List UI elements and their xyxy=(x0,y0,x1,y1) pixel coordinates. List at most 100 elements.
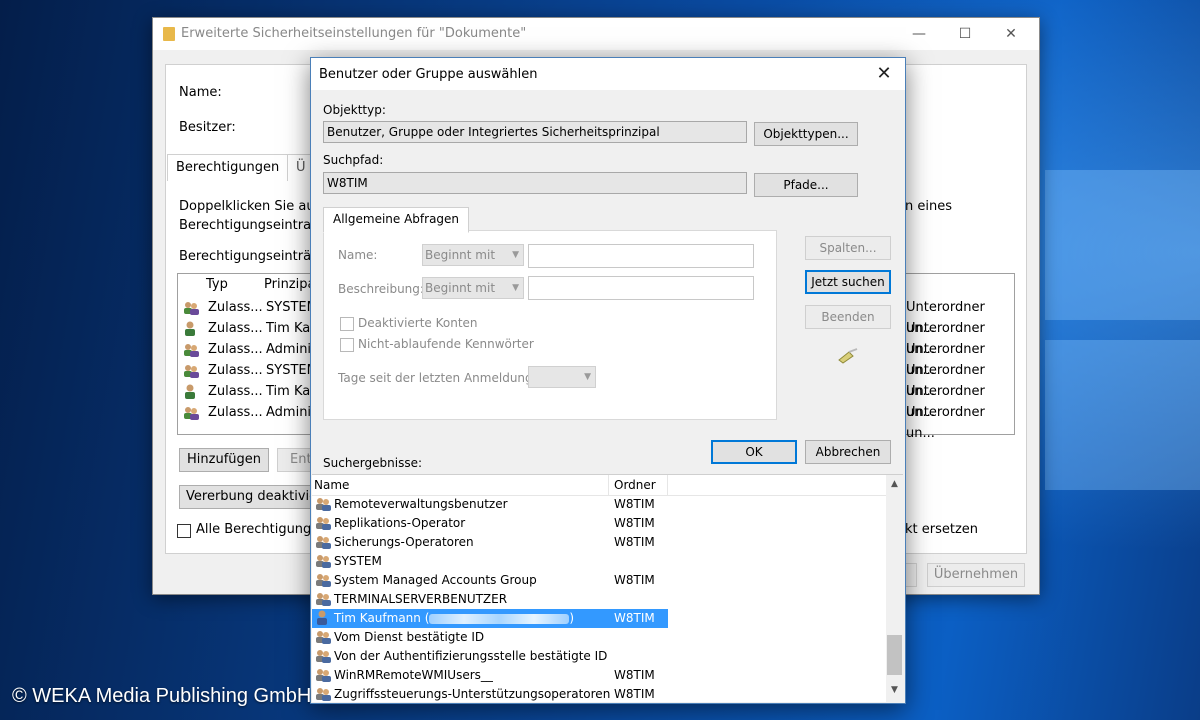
chevron-down-icon: ▼ xyxy=(512,250,519,260)
windows-logo-pane xyxy=(1045,340,1200,490)
result-folder: W8TIM xyxy=(614,497,655,511)
column-divider[interactable] xyxy=(608,475,609,495)
description-input[interactable] xyxy=(528,276,754,300)
disable-inheritance-button[interactable]: Vererbung deaktivie xyxy=(179,485,323,509)
close-icon[interactable]: ✕ xyxy=(873,63,895,85)
cancel-button[interactable]: Abbrechen xyxy=(805,440,891,464)
tab-common-queries[interactable]: Allgemeine Abfragen xyxy=(323,207,470,233)
result-folder: W8TIM xyxy=(614,573,655,587)
result-name: TERMINALSERVERBENUTZER xyxy=(334,592,508,606)
list-item[interactable]: Zugriffssteuerungs-Unterstützungsoperato… xyxy=(312,685,668,702)
result-name: Tim Kaufmann () xyxy=(334,611,575,625)
chevron-down-icon: ▼ xyxy=(512,283,519,293)
cancel-button-back[interactable] xyxy=(905,563,917,587)
dialog-title: Benutzer oder Gruppe auswählen xyxy=(319,67,538,82)
disabled-accounts-label: Deaktivierte Konten xyxy=(358,316,478,330)
columns-button[interactable]: Spalten... xyxy=(805,236,891,260)
column-header-folder[interactable]: Ordner xyxy=(614,478,656,492)
scroll-down-icon[interactable]: ▼ xyxy=(886,685,903,695)
title-bar: Erweiterte Sicherheitseinstellungen für … xyxy=(153,18,1039,50)
maximize-icon[interactable]: ☐ xyxy=(955,24,975,44)
list-item[interactable]: Replikations-Operator W8TIM xyxy=(312,514,668,533)
name-input[interactable] xyxy=(528,244,754,268)
add-button[interactable]: Hinzufügen xyxy=(179,448,269,472)
owner-label: Besitzer: xyxy=(179,120,236,135)
intro-text-right: n eines xyxy=(905,199,952,214)
list-item[interactable]: Von der Authentifizierungsstelle bestäti… xyxy=(312,647,668,666)
results-scrollbar[interactable]: ▲ ▼ xyxy=(886,475,903,702)
select-user-dialog: Benutzer oder Gruppe auswählen ✕ Objektt… xyxy=(310,57,906,704)
name-match-value: Beginnt mit xyxy=(425,248,496,262)
description-match-value: Beginnt mit xyxy=(425,281,496,295)
scroll-up-icon[interactable]: ▲ xyxy=(886,479,903,489)
stop-button[interactable]: Beenden xyxy=(805,305,891,329)
disabled-accounts-checkbox[interactable] xyxy=(340,317,354,331)
list-item[interactable]: SYSTEM xyxy=(312,552,668,571)
ok-button[interactable]: OK xyxy=(711,440,797,464)
search-flashlight-icon xyxy=(837,348,859,368)
name-match-combo[interactable]: Beginnt mit ▼ xyxy=(422,244,524,266)
non-expiring-passwords-checkbox[interactable] xyxy=(340,338,354,352)
tab-permissions[interactable]: Berechtigungen xyxy=(167,154,289,181)
result-name: Remoteverwaltungsbenutzer xyxy=(334,497,508,511)
intro-text: Berechtigungseintrag xyxy=(179,218,320,233)
list-item[interactable]: TERMINALSERVERBENUTZER xyxy=(312,590,668,609)
result-name: System Managed Accounts Group xyxy=(334,573,537,587)
search-now-button[interactable]: Jetzt suchen xyxy=(805,270,891,294)
description-match-combo[interactable]: Beginnt mit ▼ xyxy=(422,277,524,299)
result-name: Replikations-Operator xyxy=(334,516,466,530)
results-header: Name Ordner xyxy=(312,475,886,496)
result-name: WinRMRemoteWMIUsers__ xyxy=(334,668,493,682)
column-divider[interactable] xyxy=(667,475,668,495)
list-item-selected[interactable]: Tim Kaufmann () W8TIM xyxy=(312,609,668,628)
search-results-list[interactable]: Name Ordner Remoteverwaltungsbenutzer W8… xyxy=(312,474,903,702)
result-folder: W8TIM xyxy=(614,687,655,701)
row-type: Zulass... xyxy=(208,300,263,315)
column-header-type[interactable]: Typ xyxy=(206,277,228,292)
group-icon xyxy=(182,405,200,428)
search-path-field: W8TIM xyxy=(323,172,747,194)
days-since-logon-combo[interactable]: ▼ xyxy=(528,366,596,388)
object-type-field: Benutzer, Gruppe oder Integriertes Siche… xyxy=(323,121,747,143)
search-results-label: Suchergebnisse: xyxy=(323,456,423,470)
row-applies-to: Unterordner un... xyxy=(906,405,985,441)
result-name: Von der Authentifizierungsstelle bestäti… xyxy=(334,649,608,663)
apply-button[interactable]: Übernehmen xyxy=(927,563,1025,587)
column-header-principal[interactable]: Prinzipa xyxy=(264,277,315,292)
intro-text: Doppelklicken Sie au xyxy=(179,199,315,214)
scroll-thumb[interactable] xyxy=(887,635,902,675)
minimize-icon[interactable]: — xyxy=(909,24,929,44)
days-since-logon-label: Tage seit der letzten Anmeldung: xyxy=(338,371,537,385)
list-item[interactable]: System Managed Accounts Group W8TIM xyxy=(312,571,668,590)
replace-permissions-label: Alle Berechtigungs xyxy=(196,522,319,537)
watermark: © WEKA Media Publishing GmbH xyxy=(12,685,312,707)
window-title: Erweiterte Sicherheitseinstellungen für … xyxy=(181,26,527,41)
object-type-label: Objekttyp: xyxy=(323,103,386,117)
list-item[interactable]: WinRMRemoteWMIUsers__ W8TIM xyxy=(312,666,668,685)
list-item[interactable]: Sicherungs-Operatoren W8TIM xyxy=(312,533,668,552)
list-item[interactable]: Remoteverwaltungsbenutzer W8TIM xyxy=(312,495,668,514)
query-panel: Name: Beginnt mit ▼ Beschreibung: Beginnt… xyxy=(323,230,777,420)
result-name: Sicherungs-Operatoren xyxy=(334,535,474,549)
column-header-name[interactable]: Name xyxy=(314,478,349,492)
result-folder: W8TIM xyxy=(614,611,655,625)
chevron-down-icon: ▼ xyxy=(584,372,591,382)
list-item[interactable]: Vom Dienst bestätigte ID xyxy=(312,628,668,647)
row-type: Zulass... xyxy=(208,384,263,399)
replace-permissions-label-right: kt ersetzen xyxy=(905,522,979,537)
entries-label: Berechtigungseinträg xyxy=(179,249,320,264)
description-label: Beschreibung: xyxy=(338,282,424,296)
replace-permissions-checkbox[interactable] xyxy=(177,524,191,538)
row-type: Zulass... xyxy=(208,363,263,378)
paths-button[interactable]: Pfade... xyxy=(754,173,858,197)
group-icon xyxy=(314,686,332,702)
folder-icon xyxy=(163,27,175,41)
row-type: Zulass... xyxy=(208,321,263,336)
result-name: SYSTEM xyxy=(334,554,382,568)
row-type: Zulass... xyxy=(208,405,263,420)
result-folder: W8TIM xyxy=(614,668,655,682)
result-name: Vom Dienst bestätigte ID xyxy=(334,630,485,644)
close-icon[interactable]: ✕ xyxy=(1001,24,1021,44)
title-bar: Benutzer oder Gruppe auswählen ✕ xyxy=(311,58,905,90)
object-types-button[interactable]: Objekttypen... xyxy=(754,122,858,146)
